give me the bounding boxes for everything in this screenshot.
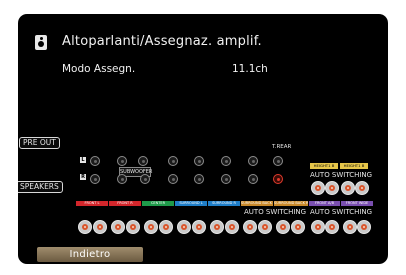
- speaker-terminal: [311, 181, 325, 195]
- speaker-terminal: [159, 220, 173, 234]
- speakers-tag: SPEAKERS: [18, 181, 63, 193]
- preout-jack: [194, 156, 204, 166]
- channel-strip: SURROUND R: [208, 201, 240, 206]
- speaker-terminal: [291, 220, 305, 234]
- speaker-terminal: [177, 220, 191, 234]
- channel-strip: SURROUND L: [175, 201, 207, 206]
- auto-switching-label: AUTO SWITCHING: [310, 171, 373, 179]
- setup-screen: Altoparlanti/Assegnaz. amplif. Modo Asse…: [18, 14, 388, 264]
- preout-jack: [168, 174, 178, 184]
- speaker-terminal: [258, 220, 272, 234]
- speaker-terminal: [325, 181, 339, 195]
- speaker-terminal: [111, 220, 125, 234]
- channel-strip: FRONT A/B: [309, 201, 340, 206]
- t-rear-label: T.REAR: [272, 144, 292, 150]
- page-title: Altoparlanti/Assegnaz. amplif.: [62, 34, 262, 49]
- speaker-terminal: [276, 220, 290, 234]
- preout-jack: [248, 156, 258, 166]
- speaker-terminal: [225, 220, 239, 234]
- channel-strip: FRONT L: [76, 201, 108, 206]
- back-button[interactable]: Indietro: [37, 247, 143, 262]
- channel-strip: CENTER: [142, 201, 174, 206]
- channel-strip: FRONT R: [109, 201, 141, 206]
- speaker-terminal: [325, 220, 339, 234]
- speaker-terminal: [210, 220, 224, 234]
- auto-switching-label: AUTO SWITCHING: [310, 208, 373, 216]
- preout-jack: [221, 174, 231, 184]
- preout-jack: [90, 174, 100, 184]
- t-rear-jack: [273, 156, 283, 166]
- speaker-terminal: [78, 220, 92, 234]
- speaker-terminal: [341, 181, 355, 195]
- preout-jack: [248, 174, 258, 184]
- speaker-terminal: [343, 220, 357, 234]
- height-label: HEIGHT1 B: [310, 163, 338, 169]
- speaker-terminal: [93, 220, 107, 234]
- r-marker: R: [80, 174, 86, 180]
- assign-mode-label[interactable]: Modo Assegn.: [62, 63, 135, 75]
- pre-out-tag: PRE OUT: [19, 137, 60, 149]
- auto-switching-label: AUTO SWITCHING: [244, 208, 307, 216]
- preout-jack: [140, 174, 150, 184]
- height-label: HEIGHT1 B: [340, 163, 368, 169]
- t-rear-jack-active: [273, 174, 283, 184]
- preout-jack: [138, 156, 148, 166]
- speaker-terminal: [243, 220, 257, 234]
- speaker-terminal: [311, 220, 325, 234]
- speaker-terminal: [355, 181, 369, 195]
- channel-strip: FRONT WIDE: [341, 201, 373, 206]
- preout-jack: [168, 156, 178, 166]
- preout-jack: [194, 174, 204, 184]
- speaker-terminal: [192, 220, 206, 234]
- speaker-terminal: [144, 220, 158, 234]
- speaker-terminal: [126, 220, 140, 234]
- l-marker: L: [80, 157, 86, 163]
- preout-jack: [90, 156, 100, 166]
- speaker-terminal: [357, 220, 371, 234]
- channel-strip: SURROUND BACK R: [274, 201, 308, 206]
- channel-strip: SURROUND BACK L: [241, 201, 273, 206]
- assign-mode-value[interactable]: 11.1ch: [232, 63, 268, 75]
- preout-jack: [117, 156, 127, 166]
- speaker-icon: [35, 35, 47, 50]
- preout-jack: [221, 156, 231, 166]
- preout-jack: [117, 174, 127, 184]
